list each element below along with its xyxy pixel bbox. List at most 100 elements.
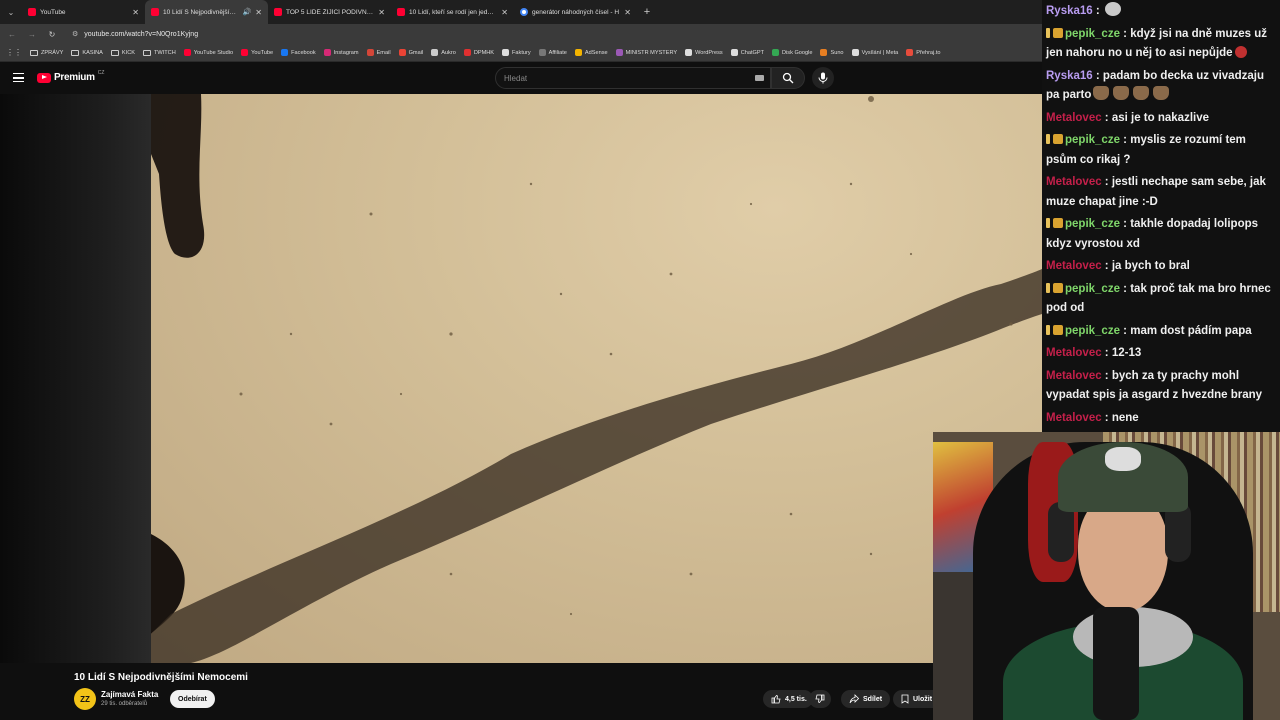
chat-message: Ryska16 :	[1046, 2, 1276, 25]
chat-username[interactable]: Metalovec	[1046, 260, 1102, 272]
speaker-icon[interactable]: 🔊	[243, 8, 252, 16]
close-tab-icon[interactable]: ✕	[255, 8, 262, 17]
bookmark-item[interactable]: MINISTR MYSTERY	[615, 49, 677, 56]
channel-avatar[interactable]: ZZ	[74, 688, 96, 710]
browser-tab[interactable]: 10 Lidí, kteří se rodí jen jednou ✕	[391, 0, 514, 24]
chat-username[interactable]: pepik_cze	[1065, 28, 1120, 40]
bookmark-label: KASINA	[82, 49, 103, 56]
forward-icon[interactable]: →	[26, 30, 38, 39]
voice-search-button[interactable]	[812, 67, 834, 89]
tab-title: generátor náhodných čísel - H	[532, 8, 620, 16]
video-title: 10 Lidí S Nejpodivnějšími Nemocemi	[74, 672, 248, 683]
bookmark-label: ChatGPT	[740, 49, 765, 56]
bookmark-item[interactable]: Gmail	[398, 49, 423, 56]
cap-logo	[1105, 447, 1141, 471]
close-tab-icon[interactable]: ✕	[501, 8, 508, 17]
tab-search-icon[interactable]: ⌄	[0, 0, 22, 24]
chat-badge-icon	[1053, 282, 1063, 293]
bookmark-label: KICK	[121, 49, 135, 56]
chat-username[interactable]: Metalovec	[1046, 112, 1102, 124]
like-count: 4,5 tis.	[785, 695, 807, 703]
bookmark-item[interactable]: Email	[366, 49, 391, 56]
channel-name[interactable]: Zajímavá Fakta	[101, 690, 158, 699]
bookmark-item[interactable]: WordPress	[685, 49, 723, 56]
bookmark-favicon-icon	[772, 49, 780, 56]
save-button[interactable]: Uložit	[893, 690, 937, 708]
browser-tab[interactable]: TOP 5 LIDÉ ŽIJÍCÍ PODIVNÉ ŽI ✕	[268, 0, 391, 24]
bookmark-item[interactable]: Affiliate	[538, 49, 567, 56]
cat-emote-icon	[1153, 86, 1170, 100]
bookmark-item[interactable]: KICK	[110, 49, 135, 56]
chat-username[interactable]: Metalovec	[1046, 176, 1102, 188]
search-input[interactable]: Hledat	[495, 67, 771, 89]
share-button[interactable]: Sdílet	[841, 690, 891, 708]
bookmark-item[interactable]: ZPRÁVY	[30, 49, 63, 56]
chat-username[interactable]: Metalovec	[1046, 412, 1102, 424]
browser-tab[interactable]: YouTube ✕	[22, 0, 145, 24]
bookmark-item[interactable]: YouTube Studio	[183, 49, 233, 56]
close-tab-icon[interactable]: ✕	[378, 8, 385, 17]
folder-icon	[142, 49, 151, 56]
chat-message: pepik_cze : když jsi na dně muzes už jen…	[1046, 27, 1267, 59]
chat-message: pepik_cze : myslis ze rozumí tem psům co…	[1046, 134, 1246, 166]
google-icon	[520, 8, 528, 16]
youtube-logo[interactable]: Premium CZ	[37, 70, 104, 83]
bookmark-item[interactable]: DPMHK	[463, 49, 494, 56]
bookmark-label: Aukro	[441, 49, 456, 56]
folder-icon	[30, 49, 38, 56]
chat-username[interactable]: pepik_cze	[1065, 325, 1120, 337]
video-player[interactable]	[151, 94, 1042, 663]
bookmark-item[interactable]: Instagram	[323, 49, 359, 56]
chat-username[interactable]: pepik_cze	[1065, 134, 1120, 146]
cat-emote-icon	[1093, 86, 1110, 100]
search-icon	[782, 72, 794, 84]
bookmark-item[interactable]: Disk Google	[772, 49, 812, 56]
bookmark-item[interactable]: KASINA	[71, 49, 103, 56]
bookmark-item[interactable]: Vysílání | Meta	[851, 49, 898, 56]
tab-title: 10 Lidí S Nejpodivnějšími N	[163, 8, 239, 16]
video-info: 10 Lidí S Nejpodivnějšími Nemocemi ZZ Za…	[0, 663, 1042, 720]
bookmark-item[interactable]: Facebook	[281, 49, 316, 56]
back-icon[interactable]: ←	[6, 30, 18, 39]
apps-icon[interactable]: ⋮⋮	[6, 48, 22, 57]
chat-badge-icon	[1053, 27, 1063, 38]
bookmark-item[interactable]: Suno	[820, 49, 844, 56]
bookmark-label: AdSense	[584, 49, 608, 56]
dislike-button[interactable]	[809, 690, 831, 708]
bookmark-favicon-icon	[538, 49, 546, 56]
bookmark-item[interactable]: Faktury	[502, 49, 531, 56]
bookmark-item[interactable]: ChatGPT	[730, 49, 765, 56]
chat-username[interactable]: Ryska16	[1046, 70, 1093, 82]
bookmark-label: Email	[376, 49, 391, 56]
new-tab-icon[interactable]: +	[637, 6, 657, 18]
browser-tab[interactable]: generátor náhodných čísel - H ✕	[514, 0, 637, 24]
close-tab-icon[interactable]: ✕	[624, 8, 631, 17]
chat-username[interactable]: Ryska16	[1046, 5, 1093, 17]
bookmark-item[interactable]: YouTube	[241, 49, 273, 56]
bookmark-item[interactable]: TWITCH	[142, 49, 176, 56]
chat-username[interactable]: pepik_cze	[1065, 283, 1120, 295]
site-info-icon[interactable]: ⚙	[72, 30, 78, 38]
bookmark-item[interactable]: Aukro	[431, 49, 456, 56]
reload-icon[interactable]: ↻	[46, 30, 58, 39]
youtube-icon	[397, 8, 405, 16]
thumbs-down-icon	[815, 694, 825, 704]
bookmark-favicon-icon	[398, 49, 406, 56]
chat-text: asi je to nakazlive	[1111, 111, 1210, 124]
browser-tab-active[interactable]: 10 Lidí S Nejpodivnějšími N 🔊 ✕	[145, 0, 268, 24]
like-button[interactable]: 4,5 tis.	[763, 690, 813, 708]
close-tab-icon[interactable]: ✕	[132, 8, 139, 17]
save-label: Uložit	[913, 695, 933, 703]
search-button[interactable]	[771, 67, 805, 89]
chat-username[interactable]: Metalovec	[1046, 370, 1102, 382]
keyboard-icon[interactable]	[755, 75, 764, 81]
bookmark-item[interactable]: Přehraj.to	[906, 49, 941, 56]
bookmark-label: WordPress	[695, 49, 723, 56]
chat-username[interactable]: Metalovec	[1046, 347, 1102, 359]
chat-username[interactable]: pepik_cze	[1065, 218, 1120, 230]
bookmarks-bar: ⋮⋮ ZPRÁVY KASINA KICK TWITCH YouTube Studio Y…	[0, 44, 1042, 62]
bookmark-item[interactable]: AdSense	[574, 49, 608, 56]
url-field[interactable]: ⚙ youtube.com/watch?v=N0Qro1Kyjng	[72, 30, 198, 39]
menu-icon[interactable]	[13, 73, 24, 82]
subscribe-button[interactable]: Odebírat	[170, 690, 215, 708]
